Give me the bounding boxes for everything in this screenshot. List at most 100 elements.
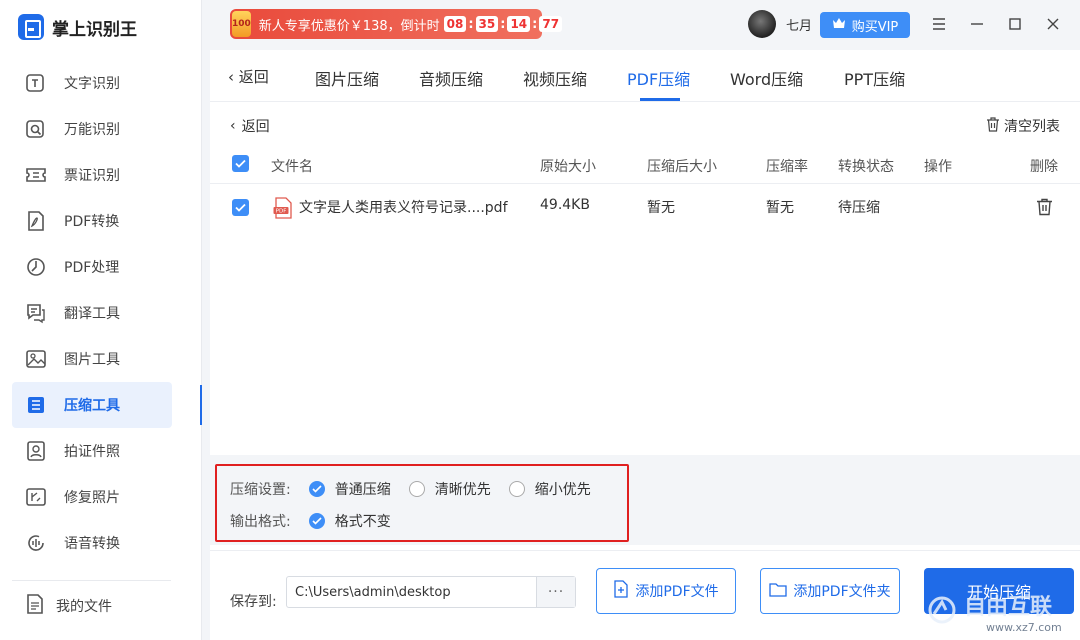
col-original-size: 原始大小 [540, 159, 596, 175]
start-compress-button[interactable]: 开始压缩 [924, 568, 1074, 614]
svg-text:PDF: PDF [276, 209, 287, 215]
sidebar-item-text-recognition[interactable]: 文字识别 [0, 60, 202, 106]
sidebar-item-translate[interactable]: 翻译工具 [0, 290, 202, 336]
sidebar-item-universal-recognition[interactable]: 万能识别 [0, 106, 202, 152]
save-path-input[interactable] [286, 576, 576, 608]
col-status: 转换状态 [838, 159, 894, 175]
add-pdf-folder-button[interactable]: 添加PDF文件夹 [760, 568, 900, 614]
option-normal-compress[interactable]: 普通压缩 [308, 479, 391, 499]
sidebar-item-label: 拍证件照 [64, 444, 120, 460]
original-size: 49.4KB [540, 197, 590, 213]
sidebar-item-image-tools[interactable]: 图片工具 [0, 336, 202, 382]
sidebar-item-repair-photo[interactable]: 修复照片 [0, 474, 202, 520]
compress-icon [24, 393, 48, 417]
app-logo-icon [18, 14, 44, 40]
compression-ratio: 暂无 [766, 200, 794, 216]
output-format-row: 输出格式: 格式不变 [230, 511, 409, 531]
repair-photo-icon [24, 485, 48, 509]
option-label: 缩小优先 [534, 482, 591, 498]
pdf-process-icon [24, 255, 48, 279]
sidebar-item-label: 图片工具 [64, 352, 120, 368]
my-files-icon [24, 593, 46, 619]
tab-image-compress[interactable]: 图片压缩 [315, 66, 379, 90]
active-indicator [200, 385, 202, 425]
file-name: 文字是人类用表义符号记录....pdf [299, 200, 508, 216]
sidebar-item-label: 票证识别 [64, 168, 120, 184]
option-label: 格式不变 [334, 514, 391, 530]
promo-badge: 100 [232, 11, 251, 37]
user-profile[interactable]: 七月 [748, 10, 812, 38]
table-row: PDF 文字是人类用表义符号记录....pdf 49.4KB 暂无 暂无 待压缩 [210, 185, 1080, 231]
sidebar-item-compress[interactable]: 压缩工具 [12, 382, 172, 428]
option-size-first[interactable]: 缩小优先 [508, 479, 591, 499]
app-name: 掌上识别王 [52, 19, 137, 40]
radio-unchecked-icon [508, 481, 525, 497]
compressed-size: 暂无 [647, 200, 675, 216]
tab-word-compress[interactable]: Word压缩 [730, 66, 803, 90]
sidebar-item-pdf-process[interactable]: PDF处理 [0, 244, 202, 290]
compression-settings: 压缩设置: 普通压缩 清晰优先 缩小优先 输出格式: 格式不变 [210, 455, 1080, 545]
active-tab-underline [640, 98, 680, 101]
close-icon[interactable] [1043, 14, 1063, 34]
add-pdf-file-label: 添加PDF文件 [635, 584, 719, 600]
main-panel: ‹ 返回 图片压缩 音频压缩 视频压缩 PDF压缩 Word压缩 PPT压缩 ‹… [210, 50, 1080, 640]
id-photo-icon [24, 439, 48, 463]
minimize-icon[interactable] [967, 14, 987, 34]
add-pdf-file-button[interactable]: 添加PDF文件 [596, 568, 736, 614]
sidebar-item-label: 翻译工具 [64, 306, 120, 322]
pdf-file-icon: PDF [273, 197, 293, 223]
folder-icon [769, 582, 788, 601]
tab-audio-compress[interactable]: 音频压缩 [419, 66, 483, 90]
my-files-button[interactable]: 我的文件 [24, 592, 112, 620]
tab-back-label: 返回 [238, 68, 269, 86]
sidebar: 掌上识别王 文字识别 万能识别 票证识别 PDF转换 PDF处理 翻译工具 图片… [0, 0, 202, 640]
timer-centiseconds: 77 [539, 16, 563, 32]
col-compressed-size: 压缩后大小 [647, 159, 717, 175]
row-checkbox[interactable] [232, 199, 249, 216]
promo-banner[interactable]: 100 新人专享优惠价￥138，倒计时 08 : 35 : 14 : 77 [230, 9, 563, 39]
sidebar-item-label: PDF转换 [64, 214, 120, 230]
sidebar-item-voice-convert[interactable]: 语音转换 [0, 520, 202, 566]
sidebar-item-ticket-recognition[interactable]: 票证识别 [0, 152, 202, 198]
col-filename: 文件名 [271, 159, 313, 175]
timer-hours: 08 [443, 16, 467, 32]
my-files-label: 我的文件 [56, 599, 112, 615]
menu-icon[interactable] [929, 14, 949, 34]
timer-seconds: 14 [507, 16, 531, 32]
browse-path-button[interactable]: ··· [536, 577, 575, 607]
crown-icon [832, 17, 846, 33]
ticket-recognition-icon [24, 163, 48, 187]
sidebar-item-label: 语音转换 [64, 536, 120, 552]
option-keep-format[interactable]: 格式不变 [308, 511, 391, 531]
username: 七月 [786, 18, 813, 34]
sidebar-item-pdf-convert[interactable]: PDF转换 [0, 198, 202, 244]
radio-checked-icon [308, 513, 325, 529]
add-file-icon [613, 580, 629, 602]
tab-video-compress[interactable]: 视频压缩 [523, 66, 587, 90]
timer-separator: : [468, 16, 474, 32]
sidebar-item-label: 压缩工具 [64, 398, 120, 414]
radio-unchecked-icon [408, 481, 425, 497]
back-button[interactable]: ‹ 返回 [230, 116, 270, 136]
add-pdf-folder-label: 添加PDF文件夹 [793, 584, 891, 600]
translate-icon [24, 301, 48, 325]
tab-pdf-compress[interactable]: PDF压缩 [627, 66, 690, 90]
clear-list-label: 清空列表 [1004, 119, 1060, 135]
maximize-icon[interactable] [1005, 14, 1025, 34]
status: 待压缩 [838, 200, 880, 216]
sidebar-item-id-photo[interactable]: 拍证件照 [0, 428, 202, 474]
col-delete: 删除 [1030, 159, 1058, 175]
sidebar-nav: 文字识别 万能识别 票证识别 PDF转换 PDF处理 翻译工具 图片工具 压缩工… [0, 60, 202, 566]
promo-text: 新人专享优惠价￥138，倒计时 [258, 18, 440, 34]
tab-ppt-compress[interactable]: PPT压缩 [844, 66, 905, 90]
action-footer: 保存到: ··· 添加PDF文件 添加PDF文件夹 开始压缩 [210, 550, 1080, 640]
select-all-checkbox[interactable] [232, 155, 249, 172]
tab-back-button[interactable]: ‹ 返回 [228, 66, 269, 87]
delete-row-button[interactable] [1036, 198, 1053, 220]
buy-vip-button[interactable]: 购买VIP [820, 12, 910, 38]
clear-list-button[interactable]: 清空列表 [986, 116, 1060, 136]
option-clarity-first[interactable]: 清晰优先 [408, 479, 491, 499]
timer-separator: : [532, 16, 538, 32]
col-action: 操作 [924, 159, 952, 175]
output-format-label: 输出格式: [230, 514, 291, 530]
